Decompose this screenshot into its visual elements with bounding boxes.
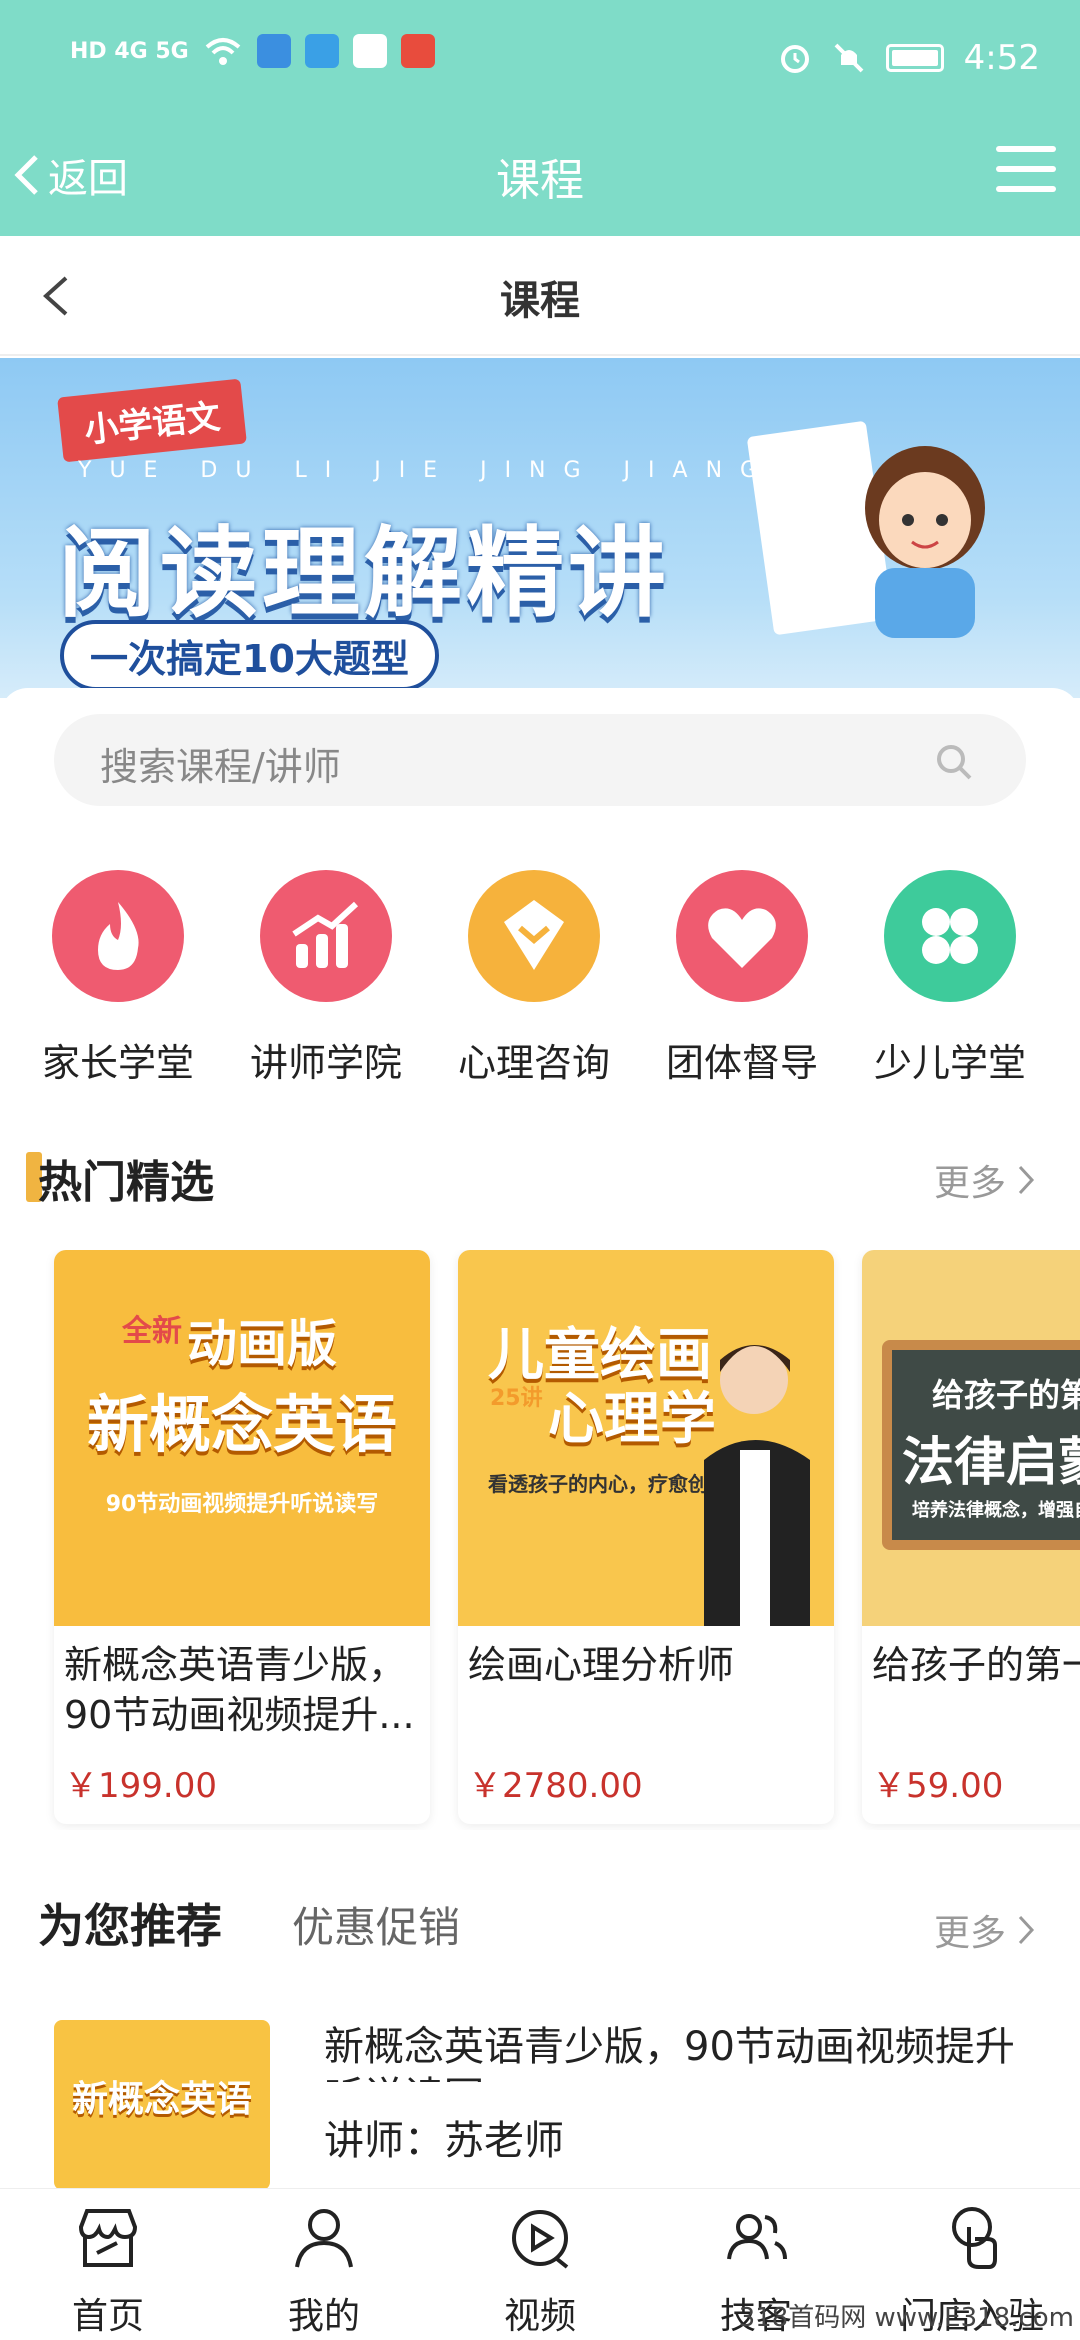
category-kids-school[interactable]: 少儿学堂 bbox=[850, 870, 1050, 1087]
banner-headline: 阅读理解精讲 bbox=[58, 517, 671, 631]
category-group-supervision[interactable]: 团体督导 bbox=[642, 870, 842, 1087]
hot-course-list: 全新 动画版 新概念英语 90节动画视频提升听说读写 新概念英语青少版，90节动… bbox=[0, 1250, 1080, 1830]
nav-label: 首页 bbox=[71, 2296, 144, 2337]
hot-section-header: 热门精选 更多 bbox=[0, 1142, 1080, 1212]
heart-icon bbox=[676, 870, 808, 1002]
sub-header: 课程 bbox=[0, 236, 1080, 356]
category-lecturer-academy[interactable]: 讲师学院 bbox=[226, 870, 426, 1087]
touch-icon bbox=[952, 2207, 997, 2269]
flame-icon bbox=[52, 870, 184, 1002]
banner-pinyin: YUE DU LI JIE JING JIANG bbox=[78, 458, 776, 483]
promotion-tab[interactable]: 优惠促销 bbox=[292, 1894, 460, 1955]
category-label: 讲师学院 bbox=[249, 1041, 402, 1085]
nav-home[interactable]: 首页 bbox=[28, 2203, 188, 2339]
mail-icon bbox=[352, 34, 387, 68]
watermark: 318首码网 www.E318.com bbox=[738, 2303, 1074, 2333]
status-bar: HD 4G 5G 4:52 bbox=[0, 0, 1080, 120]
recommend-course-title: 新概念英语青少版，90节动画视频提升听说读写 bbox=[324, 2024, 1015, 2082]
promo-banner[interactable]: 小学语文 YUE DU LI JIE JING JIANG 阅读理解精讲 一次搞… bbox=[0, 358, 1080, 698]
mute-icon bbox=[834, 43, 864, 73]
apps-icon bbox=[884, 870, 1016, 1002]
course-price: ￥59.00 bbox=[872, 1766, 1004, 1806]
recommend-header: 为您推荐 优惠促销 更多 bbox=[0, 1888, 1080, 1968]
nav-mine[interactable]: 我的 bbox=[244, 2203, 404, 2339]
course-name: 给孩子的第一启蒙课 bbox=[872, 1643, 1080, 1687]
status-icons: HD 4G 5G bbox=[70, 34, 435, 68]
hot-more-link[interactable]: 更多 bbox=[934, 1154, 1036, 1206]
category-parent-school[interactable]: 家长学堂 bbox=[18, 870, 218, 1087]
recommend-teacher: 讲师：苏老师 bbox=[324, 2118, 564, 2164]
category-row: 家长学堂 讲师学院 心理咨询 团体督导 少儿学堂 bbox=[0, 870, 1080, 1100]
alarm-icon bbox=[780, 45, 809, 73]
cover-title-2: 新概念英语 bbox=[86, 1388, 397, 1461]
cover-title-2: 法律启蒙 bbox=[902, 1433, 1080, 1493]
nav-label: 视频 bbox=[503, 2296, 576, 2337]
course-name: 新概念英语青少版，90节动画视频提升... bbox=[64, 1643, 415, 1737]
thumb-title: 新概念英语 bbox=[71, 2079, 252, 2120]
more-label: 更多 bbox=[933, 1913, 1006, 1954]
search-bar[interactable]: 搜索课程/讲师 bbox=[54, 714, 1026, 806]
cover-title: 给孩子的第一 bbox=[932, 1376, 1080, 1414]
page-title: 课程 bbox=[500, 278, 580, 324]
browser-app-icon bbox=[256, 34, 291, 68]
recommend-more-link[interactable]: 更多 bbox=[934, 1904, 1036, 1956]
course-price: ￥199.00 bbox=[64, 1766, 217, 1806]
course-name: 绘画心理分析师 bbox=[468, 1643, 735, 1687]
app-title: 课程 bbox=[496, 155, 584, 206]
nav-video[interactable]: 视频 bbox=[460, 2203, 620, 2339]
app-icon bbox=[304, 34, 339, 68]
taobao-icon bbox=[400, 34, 435, 68]
nav-label: 我的 bbox=[287, 2296, 360, 2337]
gem-icon bbox=[468, 870, 600, 1002]
course-card[interactable]: 儿童绘画 25讲 心理学 看透孩子的内心，疗愈创伤 绘画心理分析师 ￥2780.… bbox=[458, 1250, 834, 1824]
cover-sub: 90节动画视频提升听说读写 bbox=[105, 1492, 379, 1517]
chevron-right-icon bbox=[1018, 1915, 1035, 1945]
search-icon[interactable] bbox=[934, 742, 974, 782]
battery-icon bbox=[885, 44, 944, 72]
menu-button[interactable] bbox=[996, 146, 1056, 196]
category-label: 家长学堂 bbox=[41, 1041, 194, 1085]
course-cover: 儿童绘画 25讲 心理学 看透孩子的内心，疗愈创伤 bbox=[458, 1250, 834, 1626]
user-icon bbox=[295, 2209, 353, 2268]
course-thumbnail: 新概念英语 bbox=[54, 2020, 270, 2190]
child-illustration bbox=[865, 446, 985, 638]
cover-title: 动画版 bbox=[187, 1315, 337, 1373]
search-placeholder: 搜索课程/讲师 bbox=[100, 745, 341, 789]
banner-subline: 一次搞定10大题型 bbox=[60, 620, 439, 691]
category-counseling[interactable]: 心理咨询 bbox=[434, 870, 634, 1087]
category-label: 少儿学堂 bbox=[873, 1041, 1026, 1085]
bar-chart-icon bbox=[260, 870, 392, 1002]
signal-label: HD 4G 5G bbox=[70, 38, 189, 64]
more-label: 更多 bbox=[933, 1163, 1006, 1204]
status-right: 4:52 bbox=[778, 38, 1040, 78]
video-icon bbox=[512, 2210, 569, 2269]
hot-section-title: 热门精选 bbox=[38, 1157, 214, 1208]
course-card[interactable]: 全新 动画版 新概念英语 90节动画视频提升听说读写 新概念英语青少版，90节动… bbox=[54, 1250, 430, 1824]
bottom-nav: 首页 我的 视频 技客 门店入驻 318首码网 www.E318.com bbox=[0, 2188, 1080, 2340]
recommend-tab[interactable]: 为您推荐 bbox=[38, 1890, 222, 1956]
banner-tag: 小学语文 bbox=[57, 378, 247, 463]
app-bar: 返回 课程 bbox=[0, 130, 1080, 230]
recommend-list-item[interactable]: 新概念英语 新概念英语青少版，90节动画视频提升听说读写 讲师：苏老师 bbox=[0, 2020, 1080, 2190]
chevron-right-icon bbox=[1018, 1165, 1035, 1195]
course-cover: 给孩子的第一 法律启蒙 培养法律概念，增强自我保护 bbox=[862, 1250, 1080, 1626]
users-icon bbox=[727, 2214, 787, 2260]
cover-sub: 培养法律概念，增强自我保护 bbox=[912, 1500, 1080, 1521]
course-price: ￥2780.00 bbox=[468, 1766, 643, 1806]
category-label: 心理咨询 bbox=[457, 1041, 610, 1085]
wifi-icon bbox=[205, 38, 241, 65]
course-cover: 全新 动画版 新概念英语 90节动画视频提升听说读写 bbox=[54, 1250, 430, 1626]
course-card[interactable]: 给孩子的第一 法律启蒙 培养法律概念，增强自我保护 给孩子的第一启蒙课 ￥59.… bbox=[862, 1250, 1080, 1824]
status-time: 4:52 bbox=[963, 38, 1040, 78]
teacher-photo bbox=[704, 1345, 810, 1626]
category-label: 团体督导 bbox=[665, 1041, 818, 1085]
top-bar: HD 4G 5G 4:52 返回 课程 bbox=[0, 0, 1080, 236]
store-icon bbox=[78, 2209, 138, 2267]
